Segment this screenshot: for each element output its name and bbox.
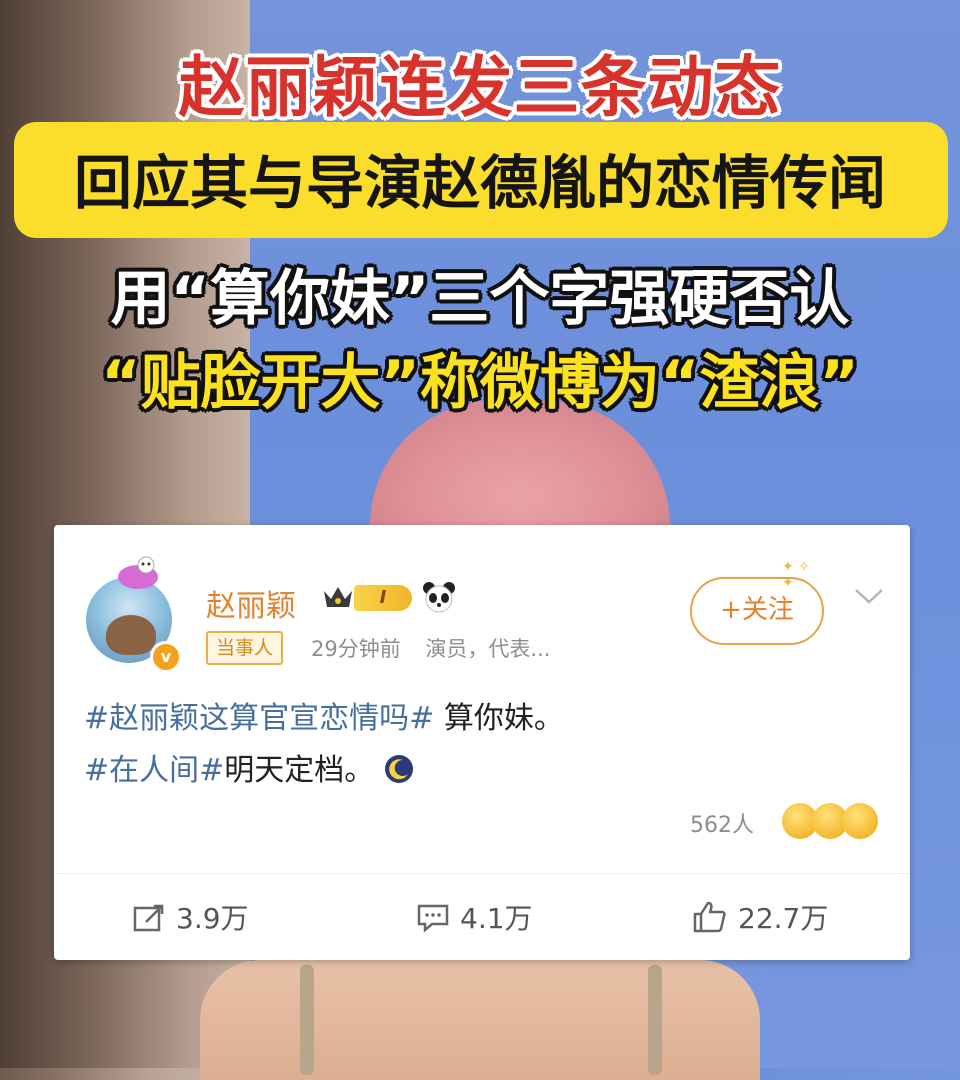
hashtag-link[interactable]: #在人间# [84, 753, 224, 788]
background-dress-strap-left [300, 965, 314, 1075]
headline-subtitle: 回应其与导演赵德胤的恋情传闻 [73, 149, 886, 217]
user-description: 演员，代表... [425, 637, 551, 661]
repost-button[interactable]: 3.9万 [132, 897, 249, 937]
post-line-1: #赵丽颖这算官宣恋情吗# 算你妹。 [84, 693, 564, 737]
like-count: 22.7万 [738, 902, 829, 935]
post-text: 算你妹。 [434, 701, 564, 736]
username[interactable]: 赵丽颖 [206, 581, 296, 625]
crown-icon [324, 587, 352, 607]
post-line-2: #在人间#明天定档。 [84, 745, 414, 789]
verified-badge: v [150, 641, 182, 673]
post-time: 29分钟前 [311, 637, 401, 661]
status-badge: 当事人 [206, 631, 284, 665]
repost-icon [133, 904, 164, 932]
level-badge: I [354, 585, 412, 611]
avatar-bear-image [106, 615, 156, 655]
hashtag-link[interactable]: #赵丽颖这算官宣恋情吗# [84, 701, 434, 736]
weibo-post-card: v 赵丽颖 I 当事人 29分钟前 演员，代表... ✦ ✧ ✦ +关注 #赵丽… [54, 525, 910, 960]
sparkle-decoration-icon: ✦ ✧ ✦ [782, 559, 810, 591]
like-icon [693, 901, 726, 933]
post-meta: 29分钟前 演员，代表... [311, 633, 550, 663]
moon-emoji-icon [384, 755, 413, 783]
comment-count: 4.1万 [460, 902, 533, 935]
chevron-down-icon[interactable] [854, 587, 884, 605]
follow-button[interactable]: +关注 [690, 577, 824, 645]
comment-icon [417, 904, 449, 933]
avatar-frame-decoration-icon [118, 556, 158, 589]
comment-button[interactable]: 4.1万 [416, 897, 533, 937]
grinning-emoji-icon [842, 803, 878, 839]
headline-title: 赵丽颖连发三条动态 [178, 49, 782, 126]
like-button[interactable]: 22.7万 [692, 897, 828, 937]
background-person-shoulders [200, 960, 760, 1080]
post-text: 明天定档。 [224, 753, 375, 788]
divider [54, 873, 910, 874]
headline-line-3: 用“算你妹”三个字强硬否认 [110, 264, 850, 334]
repost-count: 3.9万 [176, 902, 249, 935]
reaction-count[interactable]: 562人 [690, 807, 754, 839]
headline-line-4: “贴脸开大”称微博为“渣浪” [101, 348, 859, 418]
panda-icon [423, 582, 455, 613]
background-dress-strap-right [648, 965, 662, 1075]
